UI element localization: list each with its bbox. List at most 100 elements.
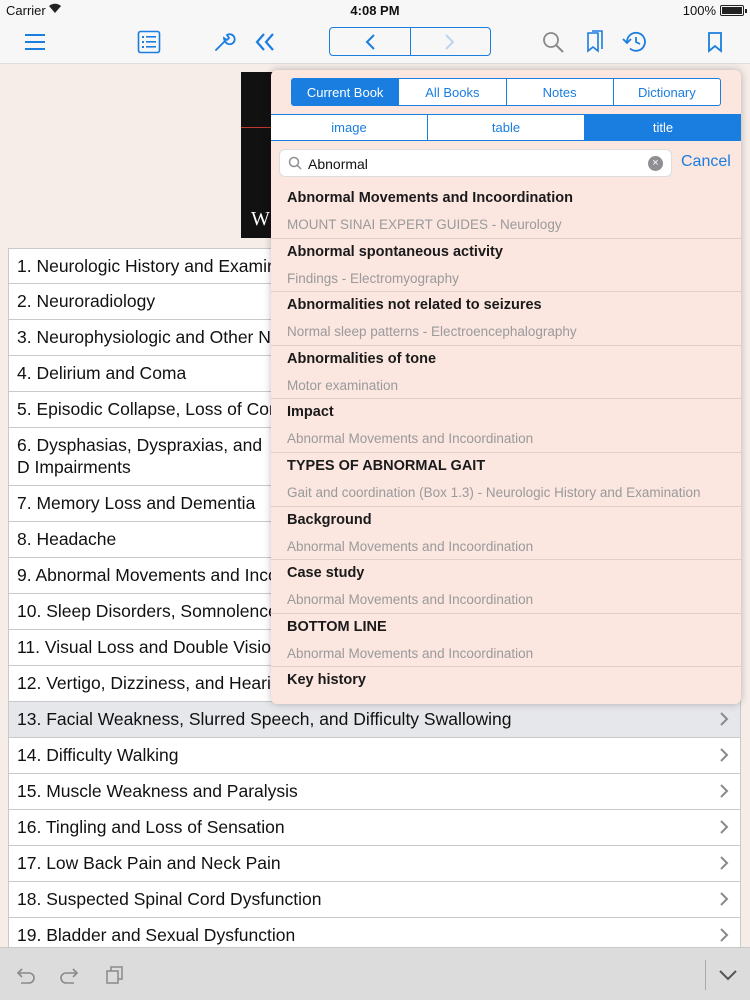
chevron-right-icon xyxy=(720,928,729,942)
history-icon[interactable] xyxy=(619,26,651,58)
toc-item[interactable]: 14. Difficulty Walking xyxy=(8,738,741,774)
toc-item-label: 16. Tingling and Loss of Sensation xyxy=(17,817,285,837)
toc-item-label: 19. Bladder and Sexual Dysfunction xyxy=(17,925,296,945)
result-title: Background xyxy=(287,511,372,528)
toc-item-label: 2. Neuroradiology xyxy=(17,291,156,311)
toc-item-label: 4. Delirium and Coma xyxy=(17,363,187,383)
chevron-right-icon xyxy=(720,748,729,762)
toc-item-label: 8. Headache xyxy=(17,529,117,549)
chevron-right-icon xyxy=(720,856,729,870)
bookmarks-icon[interactable] xyxy=(579,26,611,58)
copy-icon[interactable] xyxy=(102,964,128,986)
battery-icon xyxy=(720,5,747,16)
result-subtitle: Normal sleep patterns - Electroencephalo… xyxy=(287,324,577,340)
result-subtitle: Motor examination xyxy=(287,377,399,393)
toc-item-label: 9. Abnormal Movements and Inco xyxy=(17,565,278,585)
toc-item-label: 10. Sleep Disorders, Somnolence xyxy=(17,601,278,621)
search-results: Abnormal Movements and Incoordination MOU… xyxy=(271,185,741,704)
page-nav-segment xyxy=(329,27,491,56)
bottom-toolbar xyxy=(0,947,750,1000)
toc-item[interactable]: 13. Facial Weakness, Slurred Speech, and… xyxy=(8,702,741,738)
search-result[interactable]: Abnormal spontaneous activity Findings - … xyxy=(271,239,741,293)
collapse-chevron-icon[interactable] xyxy=(715,964,741,986)
chevron-right-icon xyxy=(720,784,729,798)
status-bar: Carrier 4:08 PM 100% xyxy=(0,0,750,20)
tab-table[interactable]: table xyxy=(428,115,585,140)
double-chevron-left-icon[interactable] xyxy=(249,26,281,58)
tab-notes[interactable]: Notes xyxy=(507,79,614,105)
result-title: Abnormalities of tone xyxy=(287,350,437,367)
toc-item[interactable]: 17. Low Back Pain and Neck Pain xyxy=(8,846,741,882)
search-result[interactable]: Abnormalities of tone Motor examination xyxy=(271,346,741,400)
toc-item-label: 18. Suspected Spinal Cord Dysfunction xyxy=(17,889,322,909)
toc-item-label: 3. Neurophysiologic and Other N xyxy=(17,327,271,347)
search-result[interactable]: Abnormalities not related to seizures Nor… xyxy=(271,292,741,346)
toc-item-label: 7. Memory Loss and Dementia xyxy=(17,493,256,513)
search-result[interactable]: Background Abnormal Movements and Incoord… xyxy=(271,507,741,561)
result-title: BOTTOM LINE xyxy=(287,618,387,635)
toc-item-label: 14. Difficulty Walking xyxy=(17,745,179,765)
search-type-tabs: image table title xyxy=(271,114,741,141)
tab-image[interactable]: image xyxy=(271,115,428,140)
toc-item[interactable]: 16. Tingling and Loss of Sensation xyxy=(8,810,741,846)
toc-item-label: 11. Visual Loss and Double Visio xyxy=(17,637,271,657)
search-result[interactable]: Impact Abnormal Movements and Incoordinat… xyxy=(271,399,741,453)
chevron-right-icon xyxy=(720,712,729,726)
search-scope-tabs: Current Book All Books Notes Dictionary xyxy=(291,78,721,106)
search-popover: Current Book All Books Notes Dictionary … xyxy=(271,70,741,704)
toolbar-divider xyxy=(705,960,706,990)
result-subtitle: Abnormal Movements and Incoordination xyxy=(287,431,534,447)
tab-dictionary[interactable]: Dictionary xyxy=(614,79,720,105)
clock: 4:08 PM xyxy=(350,3,400,18)
toc-item[interactable]: 18. Suspected Spinal Cord Dysfunction xyxy=(8,882,741,918)
toc-item-label: 17. Low Back Pain and Neck Pain xyxy=(17,853,281,873)
result-subtitle: Gait and coordination (Box 1.3) - Neurol… xyxy=(287,484,701,500)
result-subtitle: Abnormal Movements and Incoordination xyxy=(287,592,534,608)
cancel-button[interactable]: Cancel xyxy=(681,153,731,171)
search-result[interactable]: BOTTOM LINE Abnormal Movements and Incoor… xyxy=(271,614,741,668)
toc-item-label: 5. Episodic Collapse, Loss of Cor xyxy=(17,399,275,419)
search-input[interactable] xyxy=(308,153,638,175)
battery-percent: 100% xyxy=(682,3,716,18)
result-subtitle: Findings - Electromyography xyxy=(287,270,459,286)
toc-item-label: 6. Dysphasias, Dyspraxias, and D Impairm… xyxy=(17,435,263,477)
result-title: TYPES OF ABNORMAL GAIT xyxy=(287,457,486,474)
search-result[interactable]: Key history xyxy=(271,667,741,704)
result-subtitle: MOUNT SINAI EXPERT GUIDES - Neurology xyxy=(287,217,562,232)
toc-item-label: 12. Vertigo, Dizziness, and Heari xyxy=(17,673,271,693)
wrench-icon[interactable] xyxy=(208,26,240,58)
toc-item[interactable]: 15. Muscle Weakness and Paralysis xyxy=(8,774,741,810)
chevron-right-icon xyxy=(720,892,729,906)
tab-all-books[interactable]: All Books xyxy=(399,79,507,105)
list-icon[interactable] xyxy=(133,26,165,58)
tab-current-book[interactable]: Current Book xyxy=(292,79,400,105)
bookmark-icon[interactable] xyxy=(699,26,731,58)
search-result[interactable]: Case study Abnormal Movements and Incoord… xyxy=(271,560,741,614)
result-subtitle: Abnormal Movements and Incoordination xyxy=(287,538,534,554)
search-icon xyxy=(288,156,302,170)
search-result[interactable]: TYPES OF ABNORMAL GAIT Gait and coordinat… xyxy=(271,453,741,507)
forward-icon[interactable] xyxy=(411,28,491,55)
menu-icon[interactable] xyxy=(19,26,51,58)
search-icon[interactable] xyxy=(537,26,569,58)
redo-icon[interactable] xyxy=(57,964,83,986)
result-title: Case study xyxy=(287,565,365,582)
search-field: × xyxy=(279,149,672,177)
result-title: Key history xyxy=(287,672,366,689)
result-title: Abnormalities not related to seizures xyxy=(287,297,542,314)
toc-item-label: 15. Muscle Weakness and Paralysis xyxy=(17,781,298,801)
result-title: Abnormal spontaneous activity xyxy=(287,243,503,260)
search-result[interactable]: Abnormal Movements and Incoordination MOU… xyxy=(271,185,741,239)
tab-title[interactable]: title xyxy=(585,115,741,140)
toc-item-label: 1. Neurologic History and Examir xyxy=(17,255,273,276)
toc-item-label: 13. Facial Weakness, Slurred Speech, and… xyxy=(17,709,512,729)
chevron-right-icon xyxy=(720,820,729,834)
result-title: Abnormal Movements and Incoordination xyxy=(287,190,573,206)
back-icon[interactable] xyxy=(330,28,411,55)
cover-letter: W xyxy=(251,208,270,230)
result-subtitle: Abnormal Movements and Incoordination xyxy=(287,645,534,661)
undo-icon[interactable] xyxy=(12,964,38,986)
result-title: Impact xyxy=(287,404,334,421)
clear-search-icon[interactable]: × xyxy=(648,156,663,171)
toolbar xyxy=(0,20,750,64)
